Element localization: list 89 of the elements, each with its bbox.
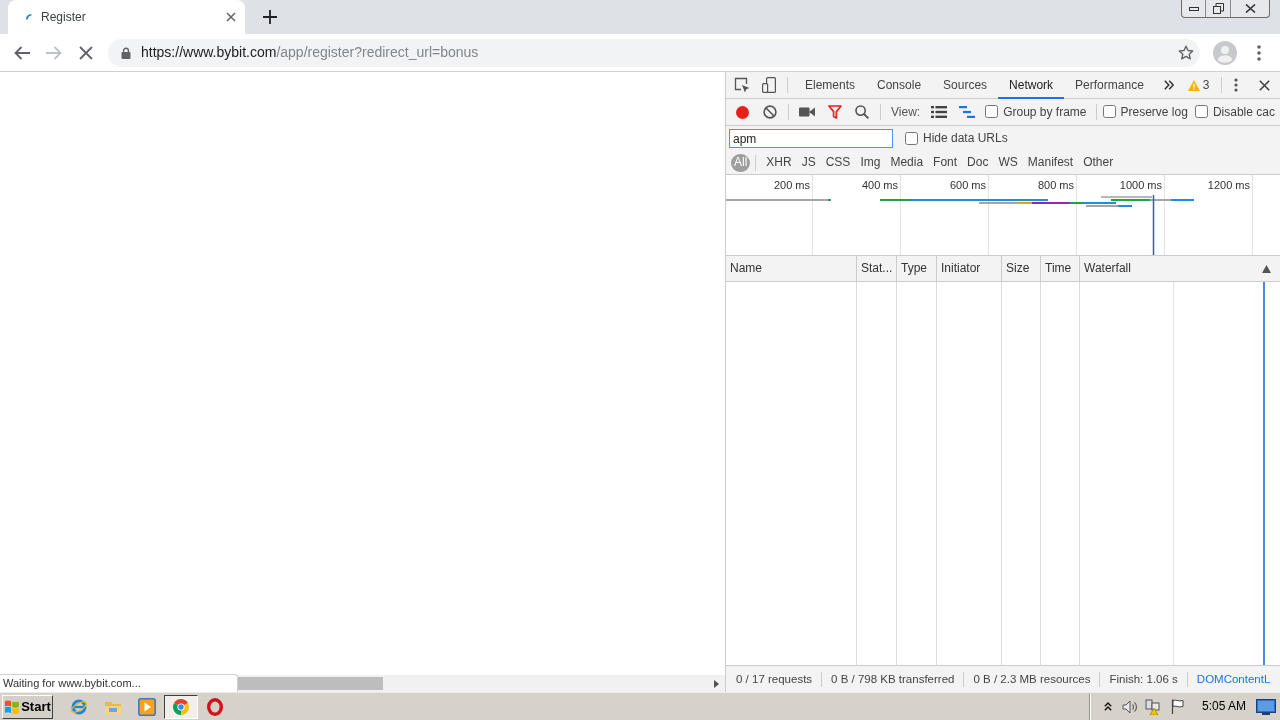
type-filter[interactable]: Other <box>1078 153 1119 172</box>
devices-icon <box>762 77 776 93</box>
status-bubble: Waiting for www.bybit.com... <box>0 674 238 692</box>
orbit-ring-icon <box>70 697 88 716</box>
double-chevron-icon <box>1163 80 1174 90</box>
checkbox-label[interactable]: Disable cac <box>1212 104 1275 120</box>
summary-text: Finish: 1.06 s <box>1100 671 1188 687</box>
summary-text: 0 / 17 requests <box>726 671 823 687</box>
tick-label: 400 ms <box>861 179 898 191</box>
tick-label: 1000 ms <box>1119 179 1162 191</box>
ring-icon <box>207 697 223 716</box>
clock-text[interactable]: 5:05 AM <box>1201 699 1246 714</box>
checkbox-label[interactable]: Group by frame <box>1003 104 1087 120</box>
minimize-icon <box>1188 6 1199 11</box>
panel-tab[interactable]: Sources <box>932 72 999 99</box>
star-icon <box>1178 44 1194 61</box>
tick-label: 600 ms <box>949 179 986 191</box>
type-filter[interactable]: XHR <box>761 153 797 172</box>
close-tab-button[interactable] <box>225 11 237 23</box>
panel-tab[interactable]: Elements <box>794 72 867 99</box>
search-icon <box>855 105 869 119</box>
checkbox-label[interactable]: Preserve log <box>1120 104 1188 120</box>
speaker-icon <box>1121 699 1138 714</box>
filter-field[interactable]: apm <box>729 129 893 148</box>
lock-icon <box>121 46 131 59</box>
network-warning-icon <box>1144 698 1161 715</box>
column-header[interactable]: Time <box>1041 256 1080 281</box>
browser-tab[interactable]: Register <box>8 0 245 34</box>
event-timing-text[interactable]: DOMContentL <box>1187 671 1271 687</box>
type-filter[interactable]: Doc <box>962 153 994 172</box>
close-icon <box>1244 4 1256 13</box>
type-filter[interactable]: WS <box>993 153 1023 172</box>
close-icon <box>226 12 236 22</box>
chevron-up-icon <box>1103 702 1112 711</box>
horizontal-scrollbar[interactable] <box>238 675 725 692</box>
column-header[interactable]: Type <box>897 256 937 281</box>
windows-flag-icon <box>4 699 21 714</box>
avatar-icon <box>1213 40 1237 65</box>
loading-spinner-icon <box>26 14 32 20</box>
inspect-cursor-icon <box>734 77 750 93</box>
checkbox[interactable] <box>1102 105 1116 119</box>
close-icon <box>1258 79 1270 91</box>
column-header[interactable]: Stat... <box>857 256 897 281</box>
tick-label: 800 ms <box>1037 179 1074 191</box>
kebab-menu-icon <box>1257 44 1261 61</box>
checkbox[interactable] <box>985 105 999 119</box>
clear-icon <box>763 105 777 119</box>
warnings-button[interactable]: 3 <box>1184 75 1213 95</box>
view-label: View: <box>891 104 921 120</box>
monitor-icon <box>1256 698 1276 715</box>
column-header[interactable]: Initiator <box>937 256 1002 281</box>
bookmark-star-button[interactable] <box>1178 44 1194 61</box>
checkbox-label[interactable]: Hide data URLs <box>923 131 1008 146</box>
column-header[interactable]: Waterfall <box>1080 256 1280 281</box>
tick-label: 1200 ms <box>1207 179 1250 191</box>
arrow-right-icon <box>46 45 62 60</box>
type-filter[interactable]: Img <box>855 153 886 172</box>
scrollbar-thumb[interactable] <box>238 677 383 690</box>
checkbox[interactable] <box>1194 105 1208 119</box>
column-header[interactable]: Size <box>1002 256 1041 281</box>
arrow-left-icon <box>14 45 30 60</box>
summary-text: 0 B / 798 KB transferred <box>822 671 965 687</box>
play-icon <box>138 697 156 716</box>
column-header[interactable]: Name <box>726 256 857 281</box>
arrow-right-icon <box>714 679 719 688</box>
type-filter[interactable]: Font <box>928 153 963 172</box>
flag-icon <box>1170 699 1185 714</box>
panel-tab[interactable]: Performance <box>1064 72 1155 99</box>
close-icon <box>79 45 93 60</box>
restore-icon <box>1212 3 1224 14</box>
tricolor-circle-icon <box>172 697 190 716</box>
action-center-button[interactable] <box>1169 696 1186 717</box>
sort-ascending-icon <box>1262 264 1271 273</box>
warning-icon <box>1187 79 1200 91</box>
type-filter[interactable]: Manifest <box>1022 153 1079 172</box>
address-bar[interactable]: https://www.bybit.com/app/register?redirect_url=bonus <box>108 38 1200 67</box>
video-camera-icon <box>799 107 815 117</box>
plus-icon <box>263 10 277 24</box>
network-button[interactable] <box>1144 696 1161 717</box>
taskbar-app-button[interactable] <box>164 694 198 719</box>
checkbox[interactable] <box>905 132 918 145</box>
type-filter[interactable]: JS <box>796 153 821 172</box>
type-filter[interactable]: CSS <box>820 153 856 172</box>
summary-text: 0 B / 2.3 MB resources <box>964 671 1101 687</box>
kebab-menu-icon <box>1234 78 1238 92</box>
type-filter[interactable]: Media <box>885 153 929 172</box>
panel-tab[interactable]: Console <box>866 72 933 99</box>
start-button[interactable]: Start <box>2 694 53 719</box>
tick-label: 200 ms <box>773 179 810 191</box>
